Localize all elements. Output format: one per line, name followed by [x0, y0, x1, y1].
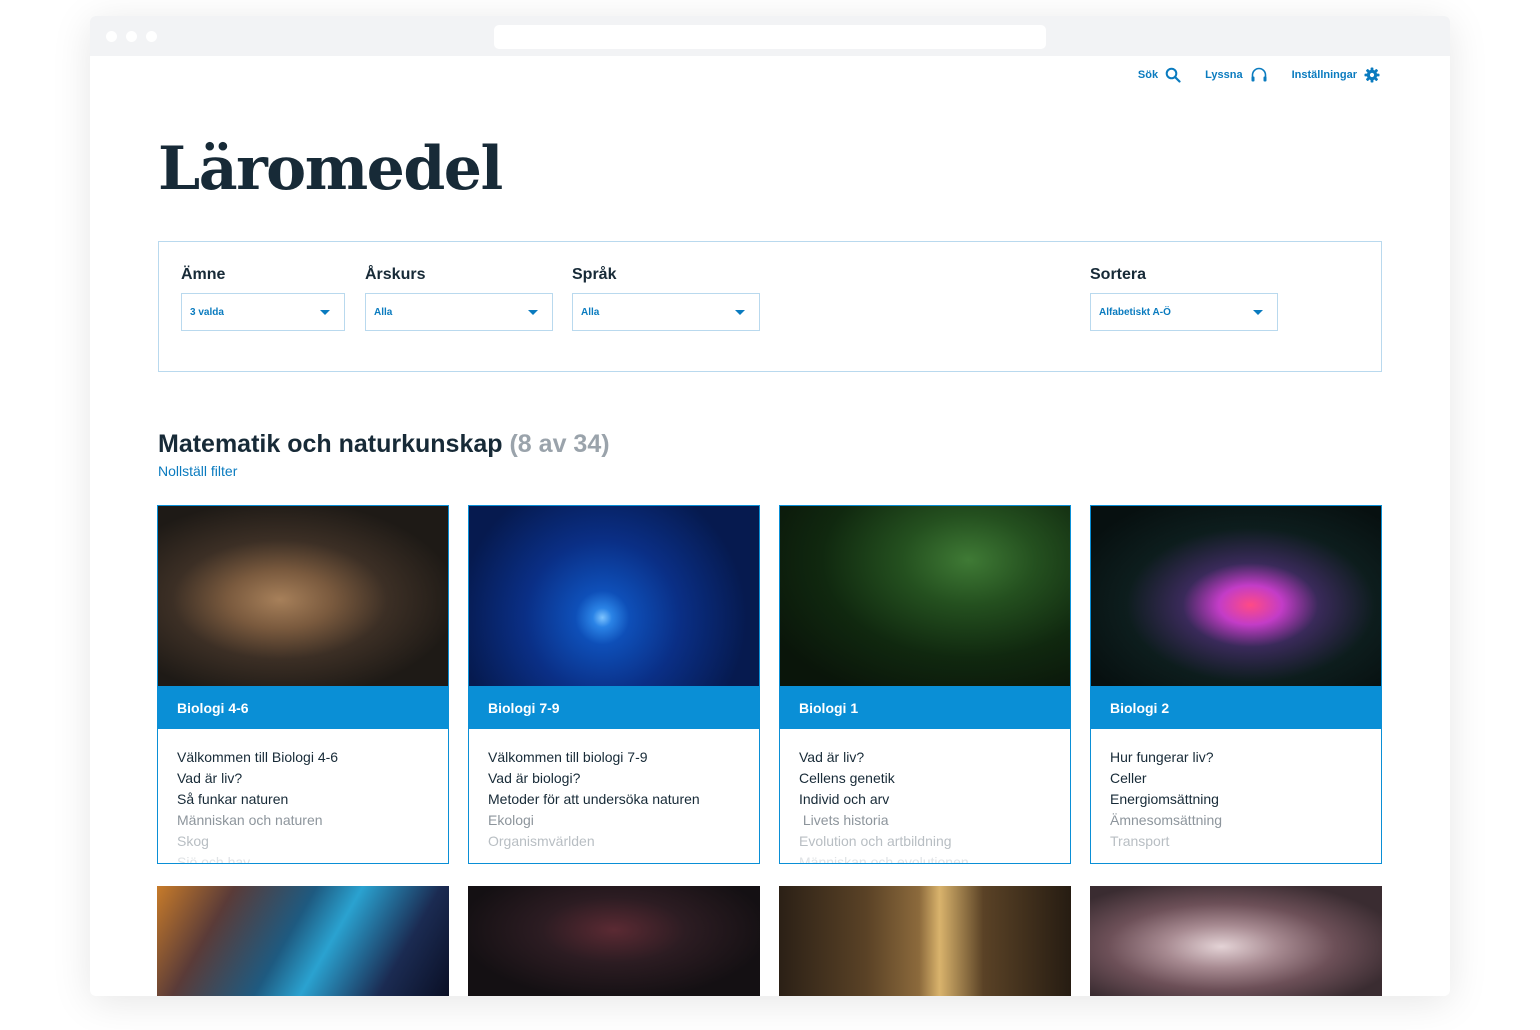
browser-window: Sök Lyssna Inställningar Läromedel Ämne … [90, 16, 1450, 996]
page-title: Läromedel [158, 134, 503, 204]
listen-link[interactable]: Lyssna [1205, 67, 1268, 83]
chapter-item[interactable]: Så funkar naturen [177, 789, 429, 810]
chapter-item[interactable]: Livets historia [799, 810, 1051, 831]
chapter-list: Vad är liv? Cellens genetik Individ och … [780, 729, 1070, 863]
top-nav: Sök Lyssna Inställningar [1138, 67, 1380, 83]
settings-link[interactable]: Inställningar [1292, 67, 1380, 83]
headphones-icon [1251, 67, 1267, 82]
settings-label: Inställningar [1291, 69, 1357, 81]
course-card-biologi-2[interactable]: Biologi 2 Hur fungerar liv? Celler Energ… [1090, 505, 1382, 864]
search-link[interactable]: Sök [1138, 67, 1181, 83]
chapter-list: Välkommen till Biologi 4-6 Vad är liv? S… [158, 729, 448, 863]
chevron-down-icon [735, 309, 745, 315]
marble-photo[interactable] [1090, 886, 1382, 996]
gear-icon [1364, 67, 1380, 83]
chapter-item[interactable]: Människan och naturen [177, 810, 429, 831]
sort-filter: Sortera Alfabetiskt A-Ö [1090, 266, 1278, 331]
sort-filter-label: Sortera [1090, 266, 1147, 283]
chapter-item[interactable]: Hur fungerar liv? [1110, 747, 1362, 768]
leaf-photo [780, 506, 1070, 686]
stage: Sök Lyssna Inställningar Läromedel Ämne … [0, 0, 1540, 1030]
subject-filter: Ämne 3 valda [181, 266, 345, 331]
chapter-item[interactable]: Människan och evolutionen [799, 852, 1051, 863]
subject-select[interactable]: 3 valda [181, 293, 345, 331]
search-icon [1165, 67, 1181, 83]
course-card-title: Biologi 7-9 [469, 686, 759, 729]
forest-photo[interactable] [779, 886, 1071, 996]
grade-filter: Årskurs Alla [365, 266, 553, 331]
window-dot-minimize[interactable] [126, 31, 137, 42]
course-card-biologi-1[interactable]: Biologi 1 Vad är liv? Cellens genetik In… [779, 505, 1071, 864]
chapter-item[interactable]: Celler [1110, 768, 1362, 789]
language-select-value: Alla [581, 306, 600, 318]
lion-photo [158, 506, 448, 686]
chapter-item[interactable]: Cellens genetik [799, 768, 1051, 789]
chapter-item[interactable]: Transport [1110, 831, 1362, 852]
browser-chrome [90, 16, 1450, 56]
grade-filter-label: Årskurs [365, 266, 426, 283]
subject-filter-label: Ämne [181, 266, 226, 283]
chapter-item[interactable]: Vad är biologi? [488, 768, 740, 789]
chapter-item[interactable]: Vad är liv? [799, 747, 1051, 768]
chevron-down-icon [1253, 309, 1263, 315]
chapter-item[interactable]: Ämnesomsättning [1110, 810, 1362, 831]
chapter-item[interactable]: Sjö och hav [177, 852, 429, 863]
result-count: (8 av 34) [509, 430, 610, 458]
chevron-down-icon [320, 309, 330, 315]
listen-label: Lyssna [1205, 69, 1243, 81]
chapter-item[interactable]: Energiomsättning [1110, 789, 1362, 810]
section-heading: Matematik och naturkunskap (8 av 34) [158, 430, 610, 459]
course-card-biologi-4-6[interactable]: Biologi 4-6 Välkommen till Biologi 4-6 V… [157, 505, 449, 864]
course-card-title: Biologi 4-6 [158, 686, 448, 729]
language-filter: Språk Alla [572, 266, 760, 331]
grade-select-value: Alla [374, 306, 393, 318]
sort-select-value: Alfabetiskt A-Ö [1099, 306, 1171, 318]
window-dot-close[interactable] [106, 31, 117, 42]
chapter-item[interactable]: Välkommen till biologi 7-9 [488, 747, 740, 768]
section-title: Matematik och naturkunskap [158, 430, 503, 458]
course-card-title: Biologi 2 [1091, 686, 1381, 729]
chapter-item[interactable]: Individ och arv [799, 789, 1051, 810]
chapter-item[interactable]: Välkommen till Biologi 4-6 [177, 747, 429, 768]
reset-filter-link[interactable]: Nollställ filter [158, 463, 237, 479]
window-controls [106, 31, 157, 42]
subject-select-value: 3 valda [190, 306, 224, 318]
smoke-photo [1091, 506, 1381, 686]
grade-select[interactable]: Alla [365, 293, 553, 331]
search-label: Sök [1137, 69, 1159, 81]
window-dot-maximize[interactable] [146, 31, 157, 42]
chapter-list: Hur fungerar liv? Celler Energiomsättnin… [1091, 729, 1381, 852]
address-bar[interactable] [494, 25, 1046, 49]
chapter-item[interactable]: Vad är liv? [177, 768, 429, 789]
space-photo[interactable] [157, 886, 449, 996]
chapter-item[interactable]: Metoder för att undersöka naturen [488, 789, 740, 810]
language-select[interactable]: Alla [572, 293, 760, 331]
chapter-list: Välkommen till biologi 7-9 Vad är biolog… [469, 729, 759, 852]
language-filter-label: Språk [572, 266, 617, 283]
filter-panel: Ämne 3 valda Årskurs Alla Språk Alla Sor… [158, 241, 1382, 372]
course-card-title: Biologi 1 [780, 686, 1070, 729]
chapter-item[interactable]: Evolution och artbildning [799, 831, 1051, 852]
course-card-biologi-7-9[interactable]: Biologi 7-9 Välkommen till biologi 7-9 V… [468, 505, 760, 864]
sort-select[interactable]: Alfabetiskt A-Ö [1090, 293, 1278, 331]
fish-photo [469, 506, 759, 686]
chapter-item[interactable]: Organismvärlden [488, 831, 740, 852]
chevron-down-icon [528, 309, 538, 315]
flower-photo[interactable] [468, 886, 760, 996]
chapter-item[interactable]: Ekologi [488, 810, 740, 831]
chapter-item[interactable]: Skog [177, 831, 429, 852]
